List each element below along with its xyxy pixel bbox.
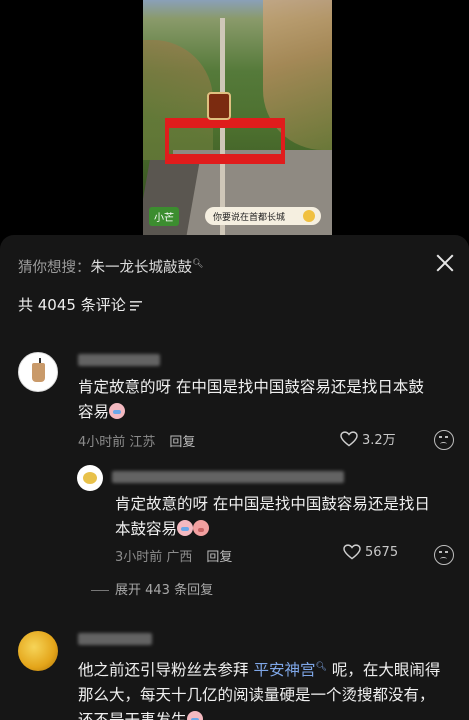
comment-text: 肯定故意的呀 在中国是找中国鼓容易还是找日本鼓 容易 bbox=[78, 375, 463, 425]
comment-text-line3: 还不是干事发生 bbox=[78, 711, 187, 720]
search-icon[interactable]: 🔍︎ bbox=[315, 662, 326, 672]
pig-emoji-icon bbox=[193, 520, 210, 536]
like-button[interactable]: 5675 bbox=[343, 544, 398, 560]
search-icon: 🔍︎ bbox=[192, 259, 204, 270]
dislike-icon[interactable] bbox=[434, 545, 454, 565]
caption-emoji-icon bbox=[303, 210, 315, 222]
avatar[interactable] bbox=[77, 465, 103, 491]
comment-time: 4小时前 江苏 bbox=[78, 435, 156, 450]
video-frame[interactable]: 小芒 你要说在首都长城 bbox=[143, 0, 332, 238]
close-icon[interactable] bbox=[433, 251, 457, 275]
comment-text-line1: 肯定故意的呀 在中国是找中国鼓容易还是找日本鼓 bbox=[78, 378, 424, 396]
reply-button[interactable]: 回复 bbox=[206, 550, 232, 565]
milk-tea-icon bbox=[32, 363, 45, 382]
dislike-icon[interactable] bbox=[434, 430, 454, 450]
video-caption-text: 你要说在首都长城 bbox=[213, 213, 286, 223]
comment-count[interactable]: 共 4045 条评论 bbox=[18, 294, 142, 315]
avatar[interactable] bbox=[18, 631, 58, 671]
comment-meta: 3小时前 广西 回复 bbox=[115, 546, 232, 565]
suggestion-prefix: 猜你想搜： bbox=[18, 260, 91, 276]
comment-text-line1a: 他之前还引导粉丝去参拜 bbox=[78, 661, 254, 680]
comment-text-line1: 肯定故意的呀 在中国是找中国鼓容易还是找日 bbox=[115, 495, 430, 513]
heart-icon bbox=[343, 544, 361, 560]
expand-replies-button[interactable]: 展开 443 条回复 bbox=[115, 579, 213, 598]
like-count: 5675 bbox=[365, 544, 399, 560]
like-button[interactable]: 3.2万 bbox=[340, 429, 396, 448]
crying-emoji-icon bbox=[186, 711, 203, 720]
reply-button[interactable]: 回复 bbox=[169, 435, 195, 450]
crying-emoji-icon bbox=[109, 403, 126, 419]
avatar[interactable] bbox=[18, 352, 58, 392]
search-suggestion[interactable]: 猜你想搜：朱一龙长城敲鼓🔍︎ bbox=[18, 256, 203, 277]
like-count: 3.2万 bbox=[362, 433, 396, 448]
comment-text-line2: 那么大，每天十几亿的阅读量硬是一个烫搜都没有， bbox=[78, 686, 435, 705]
crying-emoji-icon bbox=[177, 520, 194, 536]
username-blurred[interactable] bbox=[112, 471, 344, 483]
video-preview[interactable]: 小芒 你要说在首都长城 bbox=[0, 0, 469, 238]
comment-time: 3小时前 广西 bbox=[115, 550, 193, 565]
comment-count-text: 共 4045 条评论 bbox=[18, 296, 126, 314]
comment-meta: 4小时前 江苏 回复 bbox=[78, 431, 195, 450]
comments-panel: 猜你想搜：朱一龙长城敲鼓🔍︎ 共 4045 条评论 肯定故意的呀 在中国是找中国… bbox=[0, 235, 469, 720]
comment-text-line2: 本鼓容易 bbox=[115, 520, 178, 538]
heart-icon bbox=[340, 430, 358, 446]
suggestion-keyword[interactable]: 朱一龙长城敲鼓 bbox=[91, 260, 193, 276]
topic-link[interactable]: 平安神宫 bbox=[253, 661, 315, 679]
comment-text-line1b: 呢，在大眼闹得 bbox=[326, 661, 441, 680]
red-platform bbox=[165, 118, 285, 164]
sort-icon[interactable] bbox=[129, 300, 142, 311]
comment-text-line2: 容易 bbox=[78, 403, 110, 421]
drum bbox=[207, 92, 231, 120]
avatar-emblem-icon bbox=[83, 472, 97, 484]
video-logo-tag: 小芒 bbox=[149, 207, 179, 226]
username-blurred[interactable] bbox=[78, 633, 152, 645]
comment-text: 肯定故意的呀 在中国是找中国鼓容易还是找日 本鼓容易 bbox=[115, 492, 460, 542]
username-blurred[interactable] bbox=[78, 354, 160, 366]
comment-text: 他之前还引导粉丝去参拜 平安神宫🔍︎ 呢，在大眼闹得 那么大，每天十几亿的阅读量… bbox=[78, 655, 466, 720]
video-caption-tag: 你要说在首都长城 bbox=[205, 207, 321, 225]
